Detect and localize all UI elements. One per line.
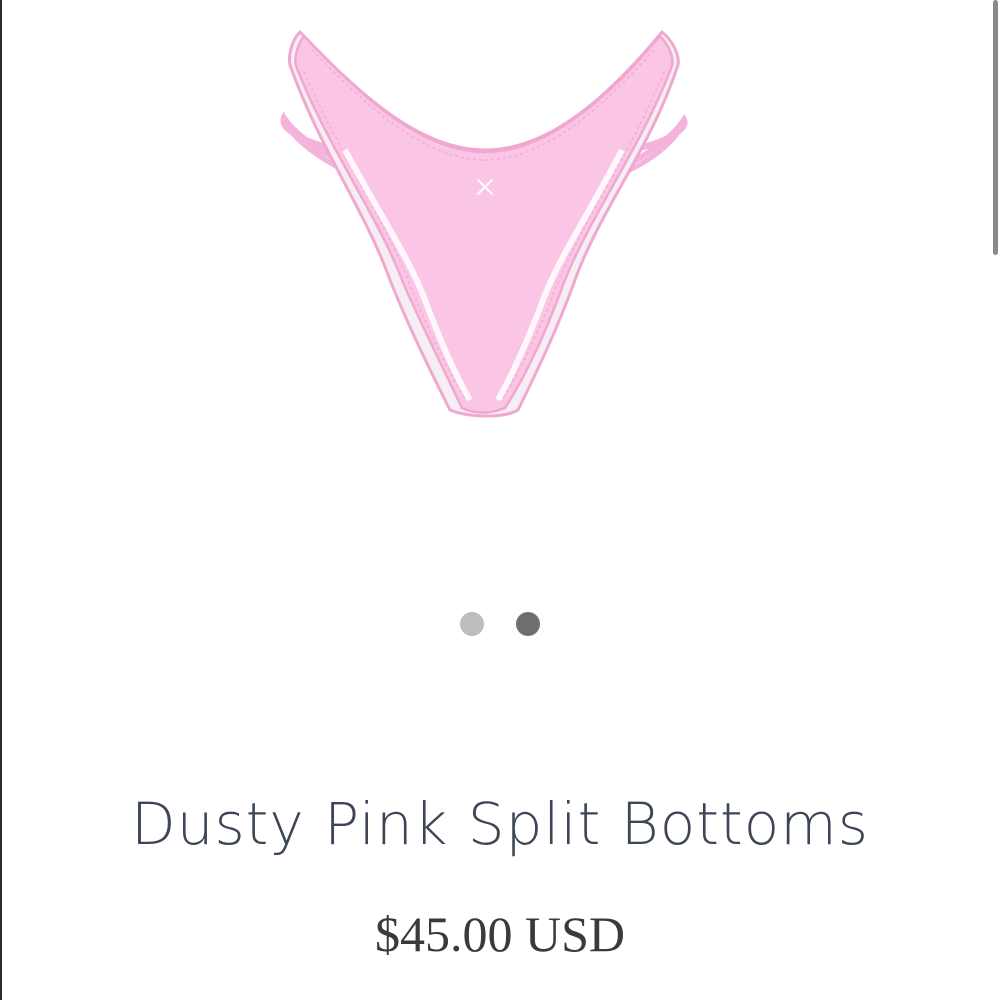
product-title: Dusty Pink Split Bottoms	[131, 790, 869, 858]
scrollbar-thumb[interactable]	[993, 0, 998, 255]
fabric-body	[294, 34, 674, 414]
product-image[interactable]	[270, 25, 700, 425]
carousel-pagination	[0, 612, 1000, 638]
carousel-dot-2[interactable]	[516, 612, 540, 636]
product-page: Dusty Pink Split Bottoms $45.00 USD	[0, 0, 1000, 1000]
product-price: $45.00 USD	[374, 906, 626, 962]
carousel-dot-1[interactable]	[460, 612, 484, 636]
